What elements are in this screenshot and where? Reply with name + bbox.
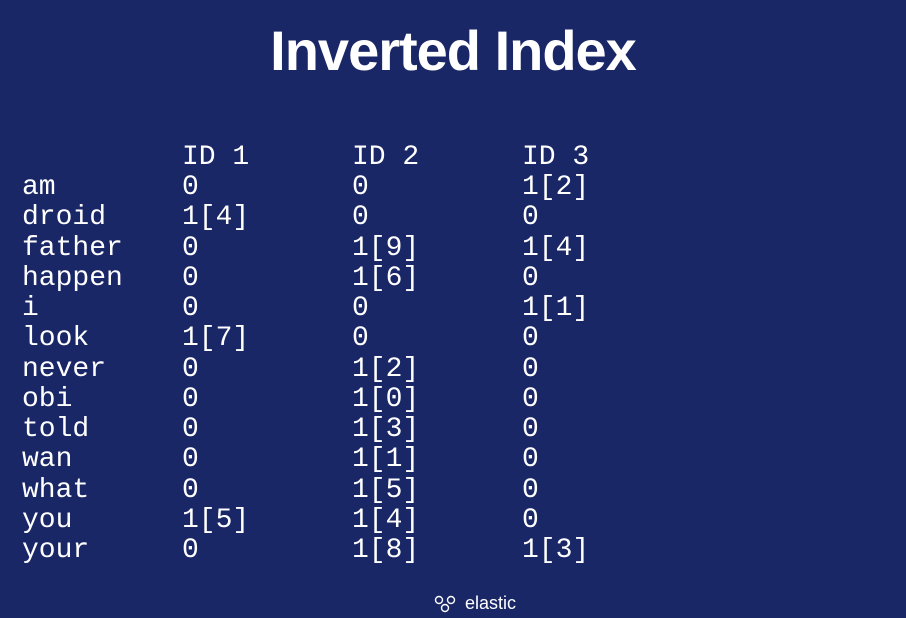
elastic-logo-text: elastic xyxy=(465,593,516,614)
term-cell: look xyxy=(22,324,182,354)
table-row: your01[8]1[3] xyxy=(22,536,906,566)
header-id2: ID 2 xyxy=(352,143,522,173)
id3-cell: 1[1] xyxy=(522,294,692,324)
id1-cell: 1[7] xyxy=(182,324,352,354)
table-row: i001[1] xyxy=(22,294,906,324)
id1-cell: 0 xyxy=(182,234,352,264)
term-cell: you xyxy=(22,506,182,536)
slide-title: Inverted Index xyxy=(0,0,906,143)
table-row: look1[7]00 xyxy=(22,324,906,354)
id1-cell: 0 xyxy=(182,476,352,506)
id3-cell: 0 xyxy=(522,385,692,415)
table-row: you1[5]1[4]0 xyxy=(22,506,906,536)
id2-cell: 1[6] xyxy=(352,264,522,294)
id2-cell: 1[4] xyxy=(352,506,522,536)
id3-cell: 0 xyxy=(522,324,692,354)
term-cell: obi xyxy=(22,385,182,415)
table-row: what01[5]0 xyxy=(22,476,906,506)
id3-cell: 0 xyxy=(522,476,692,506)
term-cell: what xyxy=(22,476,182,506)
table-row: droid1[4]00 xyxy=(22,203,906,233)
id1-cell: 0 xyxy=(182,385,352,415)
term-cell: told xyxy=(22,415,182,445)
id3-cell: 1[4] xyxy=(522,234,692,264)
table-row: father01[9]1[4] xyxy=(22,234,906,264)
id2-cell: 1[2] xyxy=(352,355,522,385)
id1-cell: 1[4] xyxy=(182,203,352,233)
id3-cell: 0 xyxy=(522,415,692,445)
id2-cell: 0 xyxy=(352,294,522,324)
table-row: am001[2] xyxy=(22,173,906,203)
id3-cell: 1[2] xyxy=(522,173,692,203)
table-row: obi01[0]0 xyxy=(22,385,906,415)
id2-cell: 1[1] xyxy=(352,445,522,475)
term-cell: wan xyxy=(22,445,182,475)
id1-cell: 0 xyxy=(182,445,352,475)
id2-cell: 1[3] xyxy=(352,415,522,445)
term-cell: happen xyxy=(22,264,182,294)
id1-cell: 1[5] xyxy=(182,506,352,536)
id1-cell: 0 xyxy=(182,355,352,385)
id3-cell: 0 xyxy=(522,506,692,536)
header-term-blank xyxy=(22,143,182,173)
elastic-logo: elastic xyxy=(433,593,516,614)
id3-cell: 0 xyxy=(522,264,692,294)
id2-cell: 1[8] xyxy=(352,536,522,566)
inverted-index-table: ID 1 ID 2 ID 3 am001[2]droid1[4]00father… xyxy=(0,143,906,566)
id1-cell: 0 xyxy=(182,264,352,294)
id2-cell: 0 xyxy=(352,173,522,203)
id2-cell: 1[0] xyxy=(352,385,522,415)
table-row: happen01[6]0 xyxy=(22,264,906,294)
id1-cell: 0 xyxy=(182,173,352,203)
id3-cell: 0 xyxy=(522,445,692,475)
table-row: never01[2]0 xyxy=(22,355,906,385)
header-id1: ID 1 xyxy=(182,143,352,173)
term-cell: am xyxy=(22,173,182,203)
table-row: wan01[1]0 xyxy=(22,445,906,475)
id1-cell: 0 xyxy=(182,536,352,566)
id1-cell: 0 xyxy=(182,294,352,324)
id3-cell: 1[3] xyxy=(522,536,692,566)
term-cell: never xyxy=(22,355,182,385)
term-cell: droid xyxy=(22,203,182,233)
id3-cell: 0 xyxy=(522,355,692,385)
header-id3: ID 3 xyxy=(522,143,692,173)
id2-cell: 0 xyxy=(352,203,522,233)
id1-cell: 0 xyxy=(182,415,352,445)
term-cell: i xyxy=(22,294,182,324)
elastic-cluster-icon xyxy=(433,594,459,614)
table-row: told01[3]0 xyxy=(22,415,906,445)
table-header-row: ID 1 ID 2 ID 3 xyxy=(22,143,906,173)
id2-cell: 0 xyxy=(352,324,522,354)
id3-cell: 0 xyxy=(522,203,692,233)
id2-cell: 1[5] xyxy=(352,476,522,506)
term-cell: father xyxy=(22,234,182,264)
term-cell: your xyxy=(22,536,182,566)
id2-cell: 1[9] xyxy=(352,234,522,264)
